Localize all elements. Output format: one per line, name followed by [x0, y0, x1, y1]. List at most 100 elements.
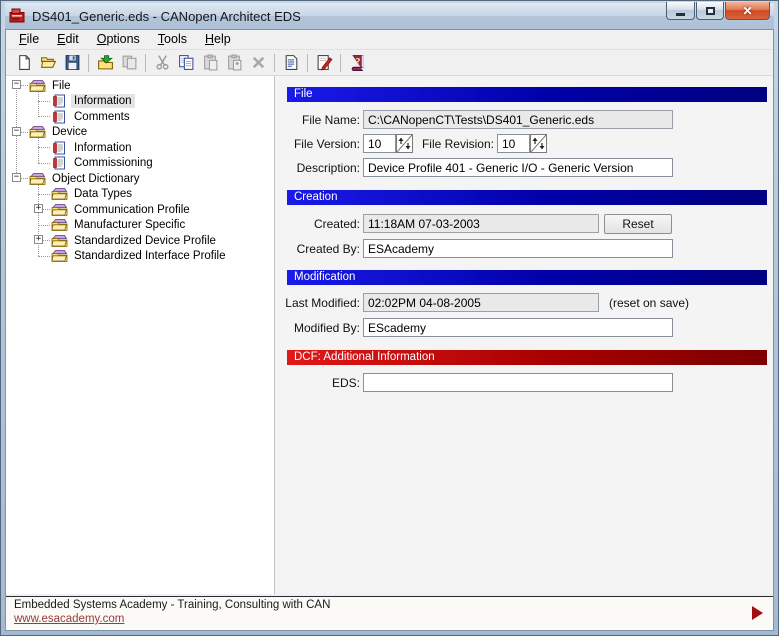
- title-bar[interactable]: DS401_Generic.eds - CANopen Architect ED…: [5, 3, 774, 29]
- file-name-field[interactable]: [363, 110, 673, 129]
- tree-item-commissioning[interactable]: Commissioning: [6, 156, 274, 171]
- menu-tools[interactable]: Tools: [149, 30, 196, 49]
- scroll-right-arrow-icon[interactable]: [752, 606, 763, 620]
- new-document-icon: [16, 54, 33, 71]
- created-label: Created:: [280, 217, 360, 231]
- tree-connector: [38, 136, 39, 163]
- cut-button[interactable]: [150, 52, 174, 74]
- file-revision-spinner[interactable]: [530, 134, 547, 153]
- tree-item-comments[interactable]: Comments: [6, 109, 274, 124]
- open-file-button[interactable]: [36, 52, 60, 74]
- file-version-spinner[interactable]: [396, 134, 413, 153]
- save-icon: [64, 54, 81, 71]
- tree-item-label: Object Dictionary: [49, 172, 143, 186]
- tree-item-data-types[interactable]: Data Types: [6, 187, 274, 202]
- tree-item-device[interactable]: −Device: [6, 125, 274, 140]
- edit-pen-icon: [316, 54, 333, 71]
- duplicate-pages-icon: [121, 54, 138, 71]
- created-by-label: Created By:: [280, 242, 360, 256]
- tree-item-label: Standardized Device Profile: [71, 234, 219, 248]
- delete-button[interactable]: [246, 52, 270, 74]
- folder-icon: [51, 249, 68, 263]
- modified-by-field[interactable]: [363, 318, 673, 337]
- tree-item-standardized-device-profile[interactable]: + Standardized Device Profile: [6, 233, 274, 248]
- collapse-minus-icon[interactable]: −: [12, 127, 21, 136]
- import-eds-button[interactable]: [93, 52, 117, 74]
- menu-help[interactable]: Help: [196, 30, 240, 49]
- menu-edit[interactable]: Edit: [48, 30, 88, 49]
- tree-item-communication-profile[interactable]: +Communication Profile: [6, 202, 274, 217]
- esacademy-link[interactable]: www.esacademy.com: [14, 613, 124, 625]
- file-version-field[interactable]: [363, 134, 396, 153]
- section-header-dcf: DCF: Additional Information: [287, 350, 767, 365]
- navigation-tree: −FileInformationComments−DeviceInformati…: [6, 76, 275, 594]
- cut-icon: [154, 54, 171, 71]
- close-icon: ✕: [742, 5, 752, 17]
- report-button[interactable]: [279, 52, 303, 74]
- eds-field[interactable]: [363, 373, 673, 392]
- eds-label: EDS:: [280, 376, 360, 390]
- new-file-button[interactable]: [12, 52, 36, 74]
- description-label: Description:: [280, 161, 360, 175]
- status-text: Embedded Systems Academy - Training, Con…: [14, 599, 330, 611]
- tree-connector: [38, 116, 50, 117]
- folder-icon: [29, 172, 46, 186]
- tree-connector: [38, 194, 50, 195]
- main-content: −FileInformationComments−DeviceInformati…: [6, 76, 773, 594]
- toolbar-separator: [88, 54, 89, 72]
- toolbar-separator: [274, 54, 275, 72]
- duplicate-button[interactable]: [117, 52, 141, 74]
- form-panel: File File Name: File Version: File Revis…: [275, 76, 773, 594]
- tree-connector: [38, 256, 50, 257]
- app-window: DS401_Generic.eds - CANopen Architect ED…: [0, 0, 779, 636]
- document-icon: [51, 94, 68, 108]
- tree-item-standardized-interface-profile[interactable]: Standardized Interface Profile: [6, 249, 274, 264]
- folder-icon: [29, 79, 46, 93]
- file-name-label: File Name:: [280, 113, 360, 127]
- reset-button[interactable]: Reset: [604, 214, 672, 234]
- created-field[interactable]: [363, 214, 599, 233]
- minimize-icon: [676, 13, 685, 16]
- tree-item-object-dictionary[interactable]: − Object Dictionary: [6, 171, 274, 186]
- minimize-button[interactable]: [666, 2, 695, 20]
- menu-options[interactable]: Options: [88, 30, 149, 49]
- last-modified-label: Last Modified:: [280, 296, 360, 310]
- help-button[interactable]: ?: [345, 52, 369, 74]
- edit-button[interactable]: [312, 52, 336, 74]
- save-button[interactable]: [60, 52, 84, 74]
- tree-item-label: Commissioning: [71, 156, 156, 170]
- file-revision-field[interactable]: [497, 134, 530, 153]
- tree-item-label: Standardized Interface Profile: [71, 249, 229, 263]
- paste-button[interactable]: [198, 52, 222, 74]
- folder-icon: [51, 203, 68, 217]
- created-by-field[interactable]: [363, 239, 673, 258]
- last-modified-field[interactable]: [363, 293, 599, 312]
- paste-special-button[interactable]: [222, 52, 246, 74]
- close-button[interactable]: ✕: [725, 2, 770, 20]
- document-icon: [51, 141, 68, 155]
- delete-x-icon: [250, 54, 267, 71]
- app-icon: [9, 8, 26, 24]
- tree-item-information[interactable]: Information: [6, 140, 274, 155]
- menu-file[interactable]: File: [10, 30, 48, 49]
- collapse-minus-icon[interactable]: −: [12, 173, 21, 182]
- tree-item-label: Comments: [71, 110, 133, 124]
- tree-item-manufacturer-specific[interactable]: Manufacturer Specific: [6, 218, 274, 233]
- folder-icon: [51, 187, 68, 201]
- tree-connector: [38, 147, 50, 148]
- collapse-minus-icon[interactable]: −: [12, 80, 21, 89]
- file-revision-label: File Revision:: [415, 137, 494, 151]
- maximize-button[interactable]: [696, 2, 724, 20]
- expand-plus-icon[interactable]: +: [34, 204, 43, 213]
- tree-item-label: Data Types: [71, 187, 135, 201]
- report-document-icon: [283, 54, 300, 71]
- expand-plus-icon[interactable]: +: [34, 235, 43, 244]
- paste-icon: [202, 54, 219, 71]
- help-book-icon: ?: [349, 54, 366, 71]
- menu-bar: File Edit Options Tools Help: [6, 30, 773, 50]
- copy-button[interactable]: [174, 52, 198, 74]
- tree-item-information[interactable]: Information: [6, 94, 274, 109]
- toolbar: ?: [6, 50, 773, 76]
- tree-item-file[interactable]: −File: [6, 78, 274, 93]
- description-field[interactable]: [363, 158, 673, 177]
